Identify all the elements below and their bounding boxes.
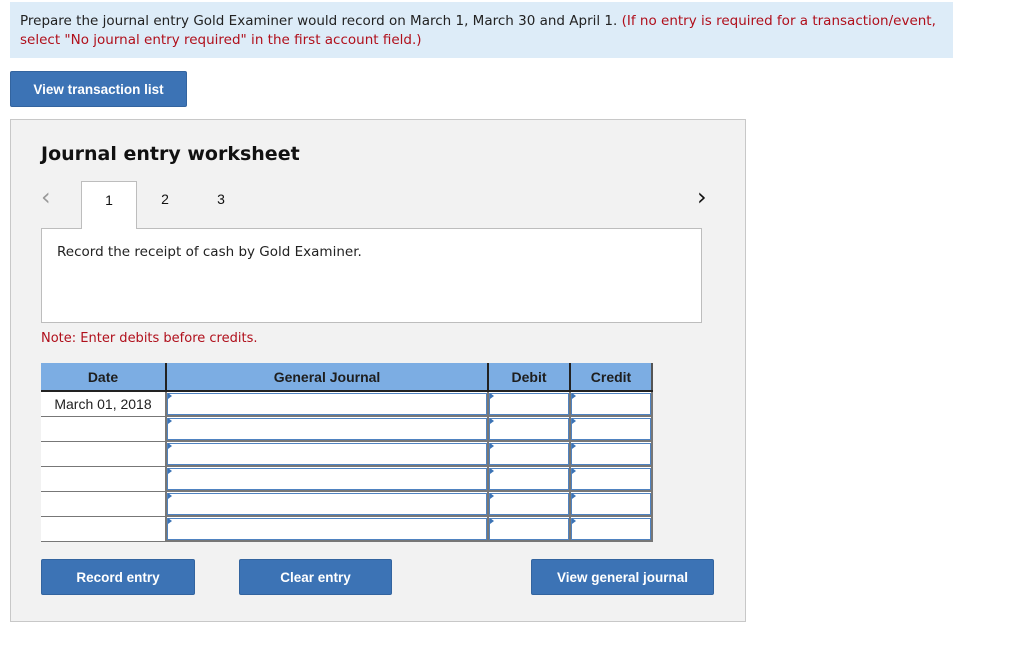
credit-input[interactable]	[571, 492, 651, 515]
debit-input[interactable]	[489, 467, 569, 490]
debit-cell	[488, 491, 571, 517]
clear-entry-button[interactable]: Clear entry	[239, 559, 392, 595]
record-entry-button[interactable]: Record entry	[41, 559, 195, 595]
header-credit: Credit	[570, 363, 653, 392]
account-cell	[166, 491, 489, 517]
debit-input[interactable]	[489, 517, 569, 540]
transaction-description-text: Record the receipt of cash by Gold Exami…	[57, 244, 362, 260]
instructions-text: Prepare the journal entry Gold Examiner …	[20, 13, 618, 29]
account-cell	[166, 391, 489, 417]
date-cell	[41, 491, 167, 517]
debit-input[interactable]	[489, 492, 569, 515]
account-input[interactable]	[167, 442, 487, 465]
credit-input[interactable]	[571, 517, 651, 540]
credit-input[interactable]	[571, 442, 651, 465]
header-date: Date	[41, 363, 167, 392]
credit-cell	[570, 516, 653, 542]
date-cell	[41, 466, 167, 492]
table-row	[41, 466, 653, 492]
header-debit: Debit	[488, 363, 571, 392]
table-row	[41, 416, 653, 442]
header-general-journal: General Journal	[166, 363, 489, 392]
account-input[interactable]	[167, 517, 487, 540]
credit-input[interactable]	[571, 392, 651, 415]
transaction-description: Record the receipt of cash by Gold Exami…	[41, 228, 702, 323]
credit-cell	[570, 416, 653, 442]
account-cell	[166, 416, 489, 442]
debit-input[interactable]	[489, 417, 569, 440]
credit-cell	[570, 441, 653, 467]
debit-cell	[488, 416, 571, 442]
debits-note: Note: Enter debits before credits.	[41, 331, 258, 346]
debit-cell	[488, 441, 571, 467]
credit-cell	[570, 391, 653, 417]
worksheet-title: Journal entry worksheet	[41, 143, 300, 165]
date-cell	[41, 416, 167, 442]
account-input[interactable]	[167, 392, 487, 415]
instructions-banner: Prepare the journal entry Gold Examiner …	[10, 2, 953, 58]
debit-cell	[488, 466, 571, 492]
date-cell	[41, 441, 167, 467]
view-general-journal-button[interactable]: View general journal	[531, 559, 714, 595]
credit-input[interactable]	[571, 467, 651, 490]
credit-input[interactable]	[571, 417, 651, 440]
account-cell	[166, 466, 489, 492]
table-row	[41, 491, 653, 517]
table-row: March 01, 2018	[41, 391, 653, 417]
credit-cell	[570, 466, 653, 492]
account-input[interactable]	[167, 492, 487, 515]
date-cell	[41, 516, 167, 542]
tab-1[interactable]: 1	[81, 181, 137, 229]
account-cell	[166, 441, 489, 467]
tab-2[interactable]: 2	[137, 181, 193, 221]
table-header-row: Date General Journal Debit Credit	[41, 363, 653, 392]
account-cell	[166, 516, 489, 542]
debit-cell	[488, 391, 571, 417]
debit-cell	[488, 516, 571, 542]
table-row	[41, 516, 653, 542]
tab-3[interactable]: 3	[193, 181, 249, 221]
chevron-left-icon[interactable]: ‹	[41, 185, 51, 209]
credit-cell	[570, 491, 653, 517]
debit-input[interactable]	[489, 392, 569, 415]
date-cell: March 01, 2018	[41, 391, 167, 417]
journal-entry-worksheet: Journal entry worksheet ‹ 1 2 3 › Record…	[10, 119, 746, 622]
debit-input[interactable]	[489, 442, 569, 465]
view-transaction-list-button[interactable]: View transaction list	[10, 71, 187, 107]
table-row	[41, 441, 653, 467]
account-input[interactable]	[167, 467, 487, 490]
journal-table: Date General Journal Debit Credit March …	[41, 363, 653, 542]
chevron-right-icon[interactable]: ›	[697, 185, 707, 209]
account-input[interactable]	[167, 417, 487, 440]
